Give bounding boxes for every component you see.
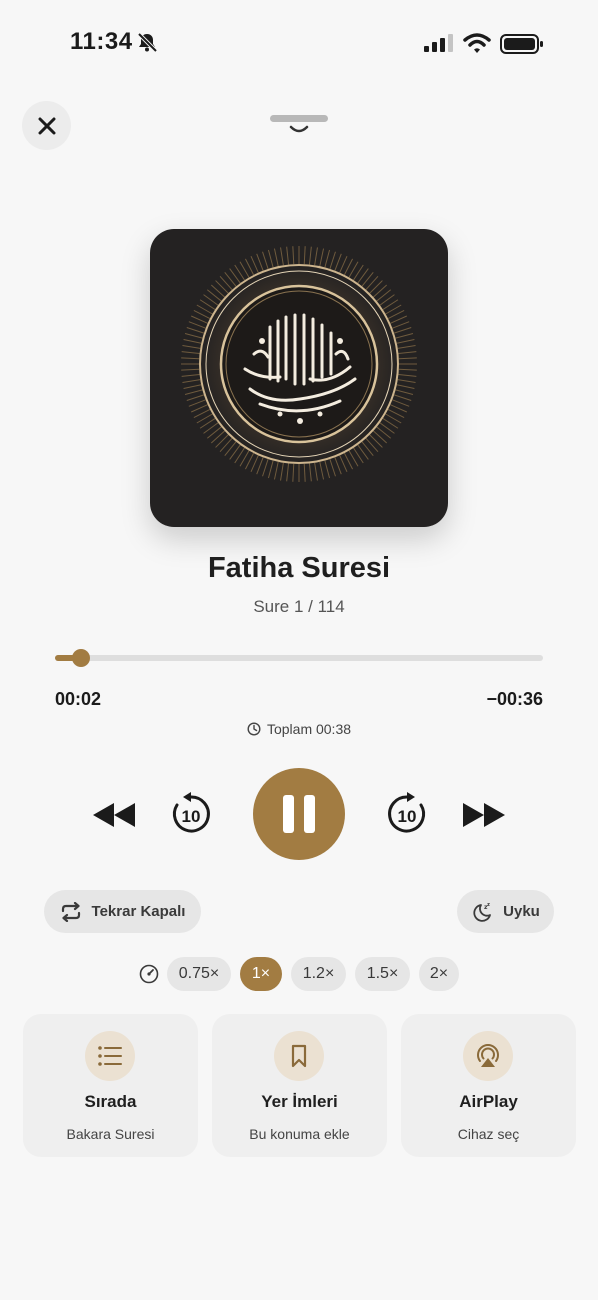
queue-subtitle: Bakara Suresi xyxy=(66,1126,155,1142)
sheet-grabber[interactable] xyxy=(270,115,328,122)
total-duration-label: Toplam 00:38 xyxy=(266,721,352,737)
sleep-label: Uyku xyxy=(503,903,540,920)
previous-track-button[interactable] xyxy=(90,795,138,835)
bookmark-icon xyxy=(274,1031,324,1081)
total-duration: Toplam 00:38 xyxy=(0,721,598,737)
skip-back-seconds: 10 xyxy=(181,807,201,826)
status-time: 11:34 xyxy=(70,28,133,55)
svg-text:z: z xyxy=(487,902,490,908)
queue-card[interactable]: Sırada Bakara Suresi xyxy=(23,1014,198,1157)
bookmarks-card[interactable]: Yer İmleri Bu konuma ekle xyxy=(212,1014,387,1157)
remaining-time: −00:36 xyxy=(486,689,543,709)
album-artwork xyxy=(150,229,448,527)
repeat-button[interactable]: Tekrar Kapalı xyxy=(44,890,201,933)
elapsed-time: 00:02 xyxy=(55,689,102,709)
speed-option-1.5[interactable]: 1.5× xyxy=(355,957,410,991)
next-track-button[interactable] xyxy=(460,795,508,835)
bell-slash-icon xyxy=(137,32,158,53)
track-title: Fatiha Suresi xyxy=(207,552,391,584)
pause-icon xyxy=(283,795,315,833)
speed-option-2[interactable]: 2× xyxy=(419,957,459,991)
cellular-signal-icon xyxy=(424,34,453,52)
close-icon xyxy=(38,117,55,134)
queue-title: Sırada xyxy=(84,1092,137,1111)
fast-forward-icon xyxy=(463,803,505,827)
repeat-icon xyxy=(61,901,80,922)
chevron-down-icon[interactable] xyxy=(287,125,311,135)
skip-forward-10-button[interactable]: 10 xyxy=(384,791,430,837)
airplay-card[interactable]: AirPlay Cihaz seç xyxy=(401,1014,576,1157)
rewind-icon xyxy=(93,803,135,827)
list-icon xyxy=(85,1031,135,1081)
bookmarks-subtitle: Bu konuma ekle xyxy=(249,1126,350,1142)
speed-option-1.2[interactable]: 1.2× xyxy=(291,957,346,991)
close-button[interactable] xyxy=(22,101,71,150)
speed-option-1[interactable]: 1× xyxy=(240,957,282,991)
speedometer-icon xyxy=(139,964,159,984)
airplay-title: AirPlay xyxy=(459,1092,518,1111)
skip-back-10-button[interactable]: 10 xyxy=(168,791,214,837)
skip-forward-seconds: 10 xyxy=(397,807,417,826)
progress-knob[interactable] xyxy=(72,649,90,667)
calligraphy-emblem xyxy=(181,246,417,482)
bookmarks-title: Yer İmleri xyxy=(261,1092,338,1111)
pause-button[interactable] xyxy=(253,768,345,860)
repeat-label: Tekrar Kapalı xyxy=(91,903,186,920)
airplay-icon xyxy=(463,1031,513,1081)
wifi-icon xyxy=(463,33,491,53)
progress-track[interactable] xyxy=(55,655,543,661)
clock-icon xyxy=(247,722,261,736)
track-subtitle: Sure 1 / 114 xyxy=(253,597,345,616)
speed-option-0.75[interactable]: 0.75× xyxy=(167,957,231,991)
battery-icon xyxy=(500,34,543,54)
sleep-timer-button[interactable]: z z Uyku xyxy=(457,890,554,933)
airplay-subtitle: Cihaz seç xyxy=(457,1126,520,1142)
moon-zzz-icon: z z xyxy=(473,902,492,922)
